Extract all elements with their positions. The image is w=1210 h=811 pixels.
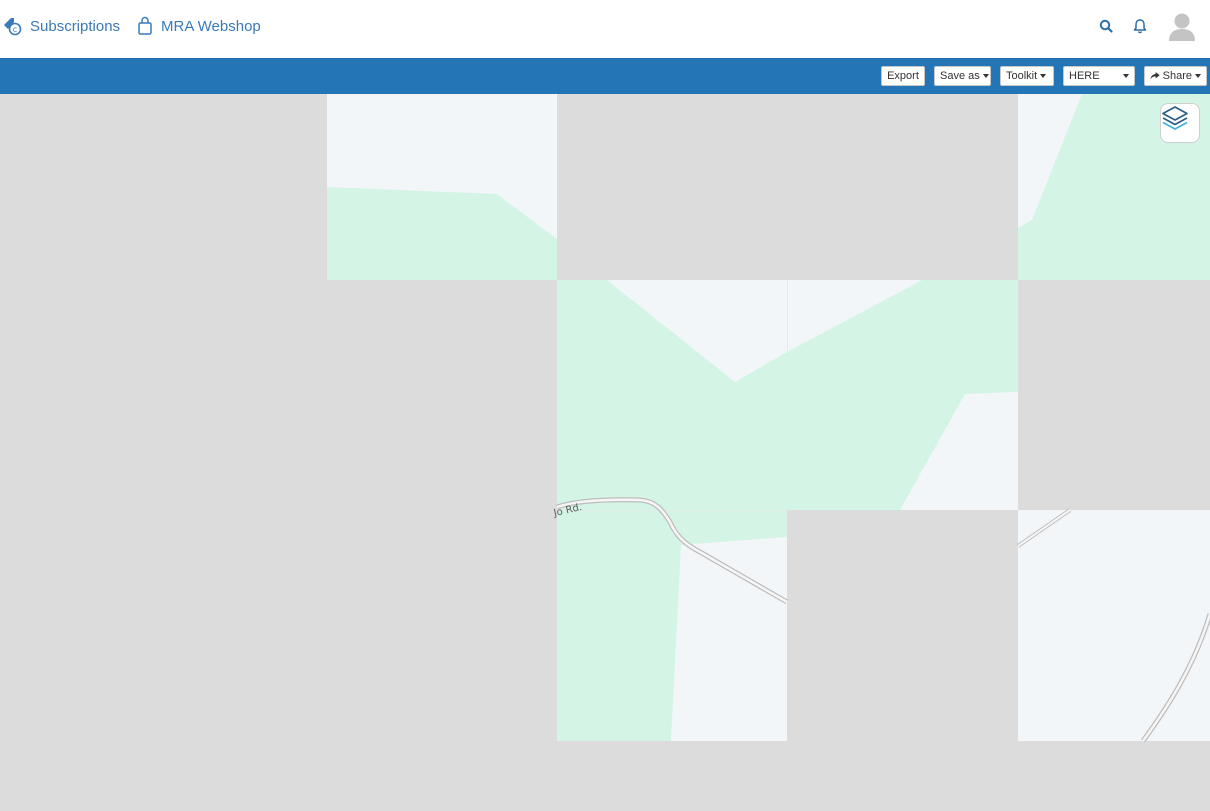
toolkit-dropdown[interactable]: Toolkit bbox=[1000, 66, 1054, 86]
search-icon bbox=[1099, 19, 1113, 33]
map-tile bbox=[1018, 510, 1210, 741]
share-dropdown[interactable]: Share bbox=[1144, 66, 1207, 86]
nav-subscriptions-label: Subscriptions bbox=[30, 17, 121, 35]
top-navigation-bar: c Subscriptions MRA Webshop bbox=[0, 0, 1210, 58]
map-tile bbox=[787, 280, 1018, 510]
layers-icon bbox=[1162, 106, 1188, 130]
export-label: Export bbox=[887, 70, 919, 82]
map-tile bbox=[327, 94, 557, 280]
caret-down-icon bbox=[1040, 74, 1047, 78]
bell-icon bbox=[1133, 19, 1147, 34]
caret-down-icon bbox=[1123, 74, 1129, 78]
svg-text:c: c bbox=[13, 25, 17, 34]
export-button[interactable]: Export bbox=[881, 66, 925, 86]
map-provider-value: HERE bbox=[1069, 70, 1100, 82]
nav-webshop-link[interactable]: MRA Webshop bbox=[137, 15, 261, 37]
nav-webshop-label: MRA Webshop bbox=[161, 17, 261, 35]
search-button[interactable] bbox=[1097, 17, 1115, 35]
map-canvas[interactable]: Jo Rd. bbox=[0, 94, 1210, 811]
nav-subscriptions-link[interactable]: c Subscriptions bbox=[2, 15, 120, 37]
map-provider-select[interactable]: HERE bbox=[1063, 66, 1135, 86]
toolkit-label: Toolkit bbox=[1006, 70, 1038, 82]
share-label: Share bbox=[1162, 70, 1192, 82]
save-as-dropdown[interactable]: Save as bbox=[934, 66, 991, 86]
map-tile bbox=[557, 510, 787, 741]
save-as-label: Save as bbox=[940, 70, 980, 82]
share-arrow-icon bbox=[1150, 71, 1160, 80]
layers-button[interactable] bbox=[1160, 103, 1200, 143]
shopping-bag-icon bbox=[137, 16, 153, 36]
map-tile bbox=[557, 280, 787, 510]
caret-down-icon bbox=[982, 74, 989, 78]
user-avatar-icon bbox=[1169, 13, 1195, 41]
notifications-button[interactable] bbox=[1131, 17, 1149, 35]
map-toolbar: Export Save as Toolkit HERE Share bbox=[0, 58, 1210, 94]
caret-down-icon bbox=[1195, 74, 1201, 78]
user-avatar[interactable] bbox=[1166, 10, 1198, 42]
tag-coin-icon: c bbox=[2, 16, 22, 36]
